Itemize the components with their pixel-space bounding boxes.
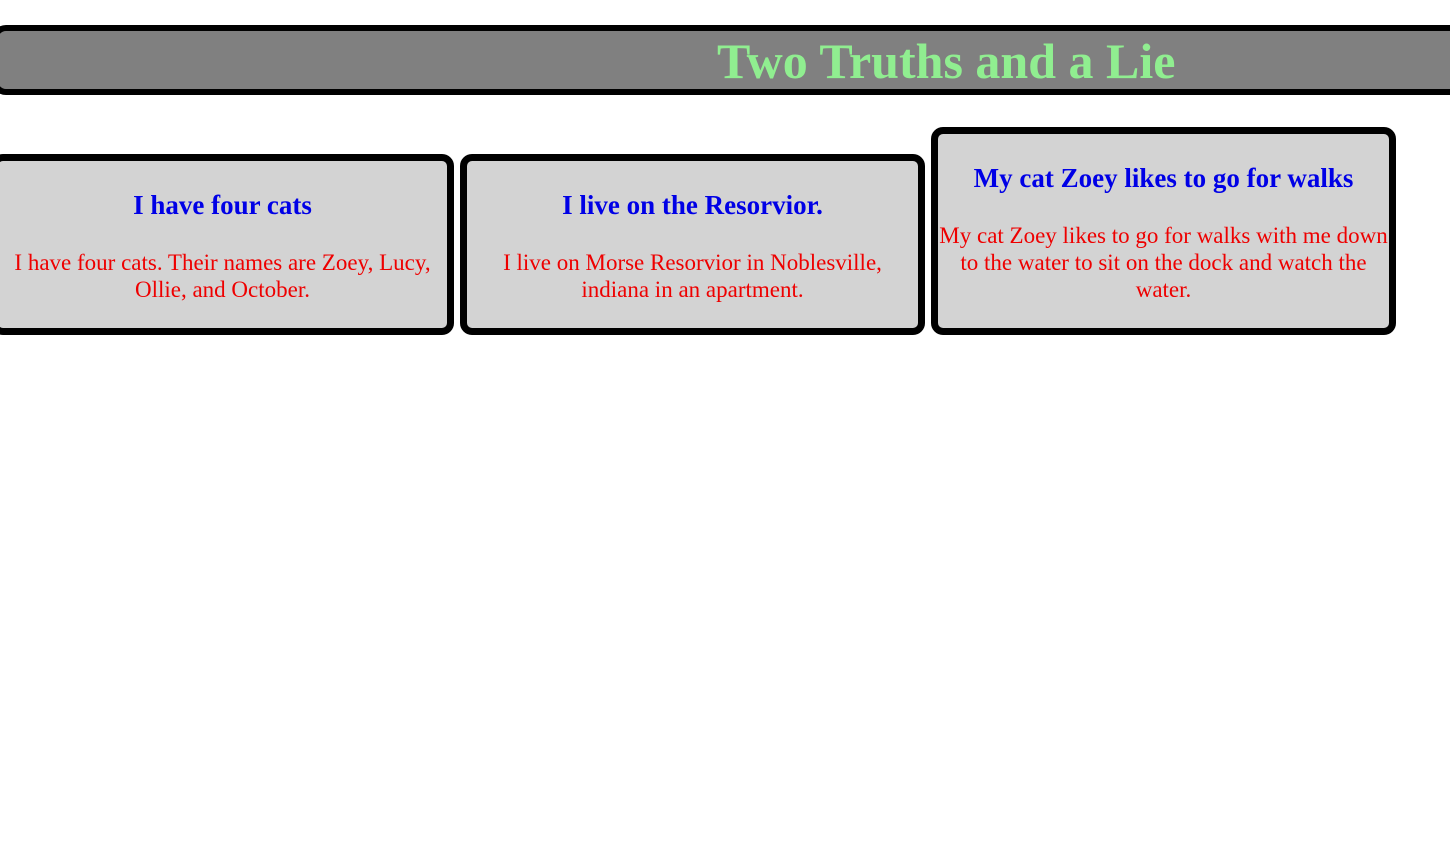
statement-card-3: My cat Zoey likes to go for walks My cat… [931, 127, 1396, 335]
page-title: Two Truths and a Lie [717, 33, 1176, 89]
page: Two Truths and a Lie I have four cats I … [0, 0, 1450, 853]
card-heading: I have four cats [133, 190, 312, 220]
card-text: My cat Zoey likes to go for walks with m… [939, 223, 1388, 302]
statement-card-1: I have four cats I have four cats. Their… [0, 154, 454, 335]
card-heading: I live on the Resorvior. [562, 190, 823, 220]
card-text: I have four cats. Their names are Zoey, … [14, 250, 431, 302]
card-text: I live on Morse Resorvior in Noblesville… [503, 250, 882, 302]
card-heading: My cat Zoey likes to go for walks [973, 163, 1354, 193]
statement-card-2: I live on the Resorvior. I live on Morse… [460, 154, 925, 335]
